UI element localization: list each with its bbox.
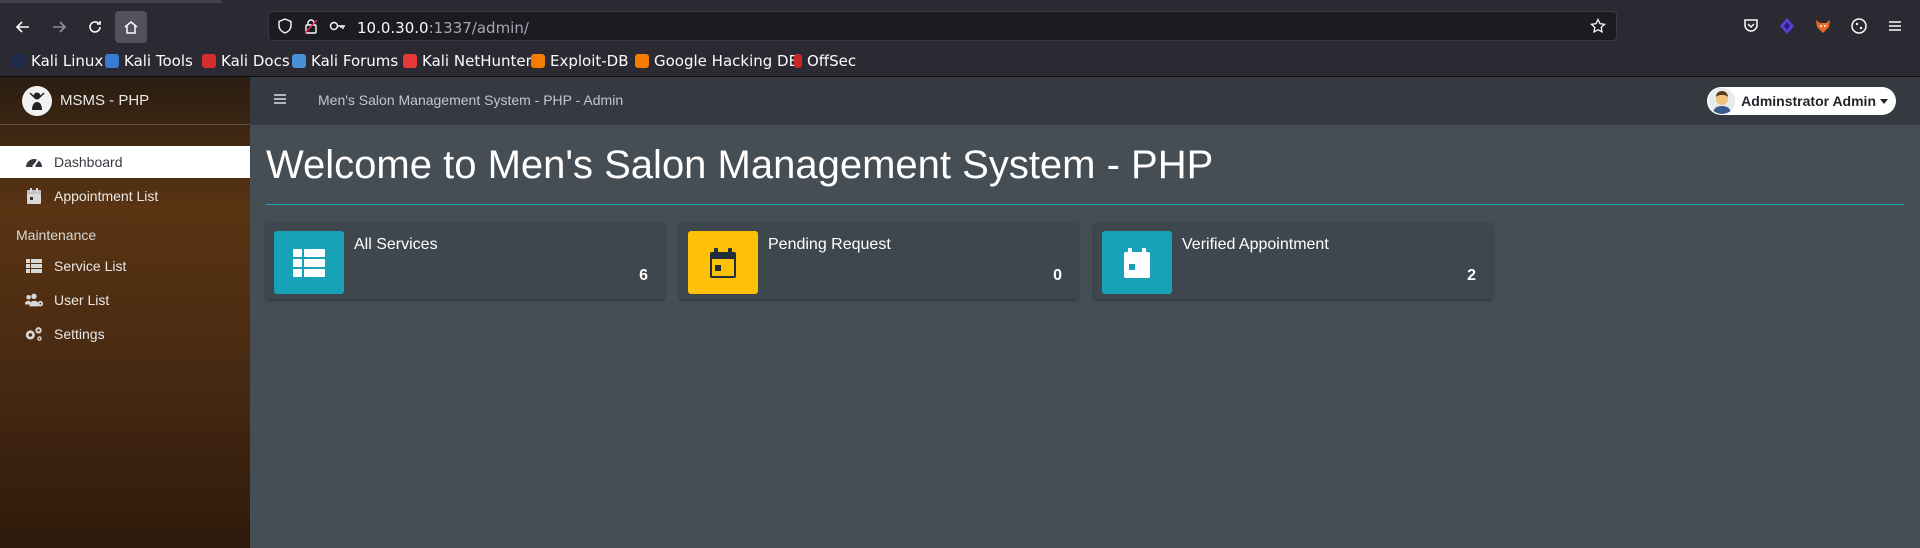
brand-link[interactable]: MSMS - PHP	[0, 77, 250, 125]
browser-toolbar: 10.0.30.0:1337/admin/	[0, 3, 1920, 47]
back-button[interactable]	[7, 11, 39, 43]
extension-cookie-icon[interactable]	[1850, 17, 1870, 37]
bookmark-item[interactable]: Kali NetHunter	[403, 52, 532, 70]
calendar-icon	[24, 186, 44, 206]
cogs-icon	[24, 324, 44, 344]
bookmarks-bar: Kali Linux Kali Tools Kali Docs Kali For…	[0, 47, 1920, 77]
kali-dragon-icon	[12, 54, 26, 68]
menu-icon[interactable]	[1886, 17, 1906, 37]
bookmark-item[interactable]: Kali Forums	[292, 52, 398, 70]
kali-tools-icon	[105, 54, 119, 68]
bookmark-item[interactable]: Exploit-DB	[531, 52, 629, 70]
page-title: Welcome to Men's Salon Management System…	[266, 143, 1214, 187]
bookmark-star-icon[interactable]	[1590, 17, 1606, 39]
avatar	[1709, 88, 1736, 114]
main-content: Men's Salon Management System - PHP - Ad…	[250, 77, 1920, 548]
info-box-label: Pending Request	[768, 236, 891, 253]
bookmark-item[interactable]: Kali Linux	[12, 52, 103, 70]
title-divider	[266, 204, 1904, 205]
user-name: Adminstrator Admin	[1741, 93, 1876, 109]
top-header: Men's Salon Management System - PHP - Ad…	[250, 77, 1920, 125]
forward-button[interactable]	[43, 11, 75, 43]
bookmark-item[interactable]: Kali Tools	[105, 52, 193, 70]
nethunter-icon	[403, 54, 417, 68]
calendar-check-icon	[1102, 231, 1172, 294]
sidebar-section-header: Maintenance	[16, 227, 97, 243]
exploit-db-icon	[531, 54, 545, 68]
sidebar-item-label: Service List	[54, 258, 127, 274]
info-box-count: 6	[639, 267, 648, 284]
calendar-pending-icon	[688, 231, 758, 294]
extension-purple-icon[interactable]	[1778, 17, 1798, 37]
shield-icon[interactable]	[277, 18, 293, 39]
url-bar[interactable]: 10.0.30.0:1337/admin/	[268, 11, 1617, 41]
sidebar-item-user-list[interactable]: User List	[0, 284, 250, 316]
bookmark-item[interactable]: Kali Docs	[202, 52, 290, 70]
insecure-lock-icon[interactable]	[303, 18, 319, 39]
info-box-verified-appointment[interactable]: Verified Appointment 2	[1094, 223, 1492, 299]
info-box-count: 0	[1053, 267, 1062, 284]
reload-button[interactable]	[79, 11, 111, 43]
header-title[interactable]: Men's Salon Management System - PHP - Ad…	[318, 92, 623, 108]
ghdb-icon	[635, 54, 649, 68]
sidebar-item-label: Dashboard	[54, 154, 123, 170]
info-box-all-services[interactable]: All Services 6	[266, 223, 664, 299]
offsec-icon	[794, 54, 802, 68]
sidebar-item-appointment-list[interactable]: Appointment List	[0, 180, 250, 212]
bookmark-item[interactable]: Google Hacking DB	[635, 52, 799, 70]
brand-logo-icon	[22, 85, 52, 116]
back-arrow-icon	[15, 21, 29, 33]
home-icon	[124, 21, 138, 34]
users-cog-icon	[24, 290, 44, 310]
bookmark-item[interactable]: OffSec	[794, 52, 856, 70]
user-menu-button[interactable]: Adminstrator Admin	[1707, 87, 1896, 115]
forward-arrow-icon	[53, 21, 67, 33]
brand-name: MSMS - PHP	[60, 92, 150, 109]
kali-forums-icon	[292, 54, 306, 68]
sidebar: MSMS - PHP Dashboard Appointment List Ma…	[0, 77, 250, 548]
sidebar-item-settings[interactable]: Settings	[0, 318, 250, 350]
chevron-down-icon	[1880, 98, 1888, 104]
sidebar-item-service-list[interactable]: Service List	[0, 250, 250, 282]
info-box-pending-request[interactable]: Pending Request 0	[680, 223, 1078, 299]
sidebar-item-label: User List	[54, 292, 110, 308]
info-box-count: 2	[1467, 267, 1476, 284]
sidebar-item-label: Settings	[54, 326, 105, 342]
sidebar-item-dashboard[interactable]: Dashboard	[0, 146, 250, 178]
reload-icon	[89, 21, 101, 33]
hamburger-menu-icon[interactable]	[272, 91, 288, 112]
pocket-icon[interactable]	[1742, 17, 1762, 37]
kali-docs-icon	[202, 54, 216, 68]
tachometer-icon	[24, 152, 44, 172]
info-box-label: All Services	[354, 236, 438, 253]
info-box-label: Verified Appointment	[1182, 236, 1329, 253]
url-text[interactable]: 10.0.30.0:1337/admin/	[357, 19, 529, 37]
sidebar-item-label: Appointment List	[54, 188, 159, 204]
th-list-icon	[274, 231, 344, 294]
foxyproxy-icon[interactable]	[1814, 17, 1834, 37]
home-button[interactable]	[115, 11, 147, 43]
key-icon[interactable]	[329, 18, 347, 39]
list-icon	[24, 256, 44, 276]
